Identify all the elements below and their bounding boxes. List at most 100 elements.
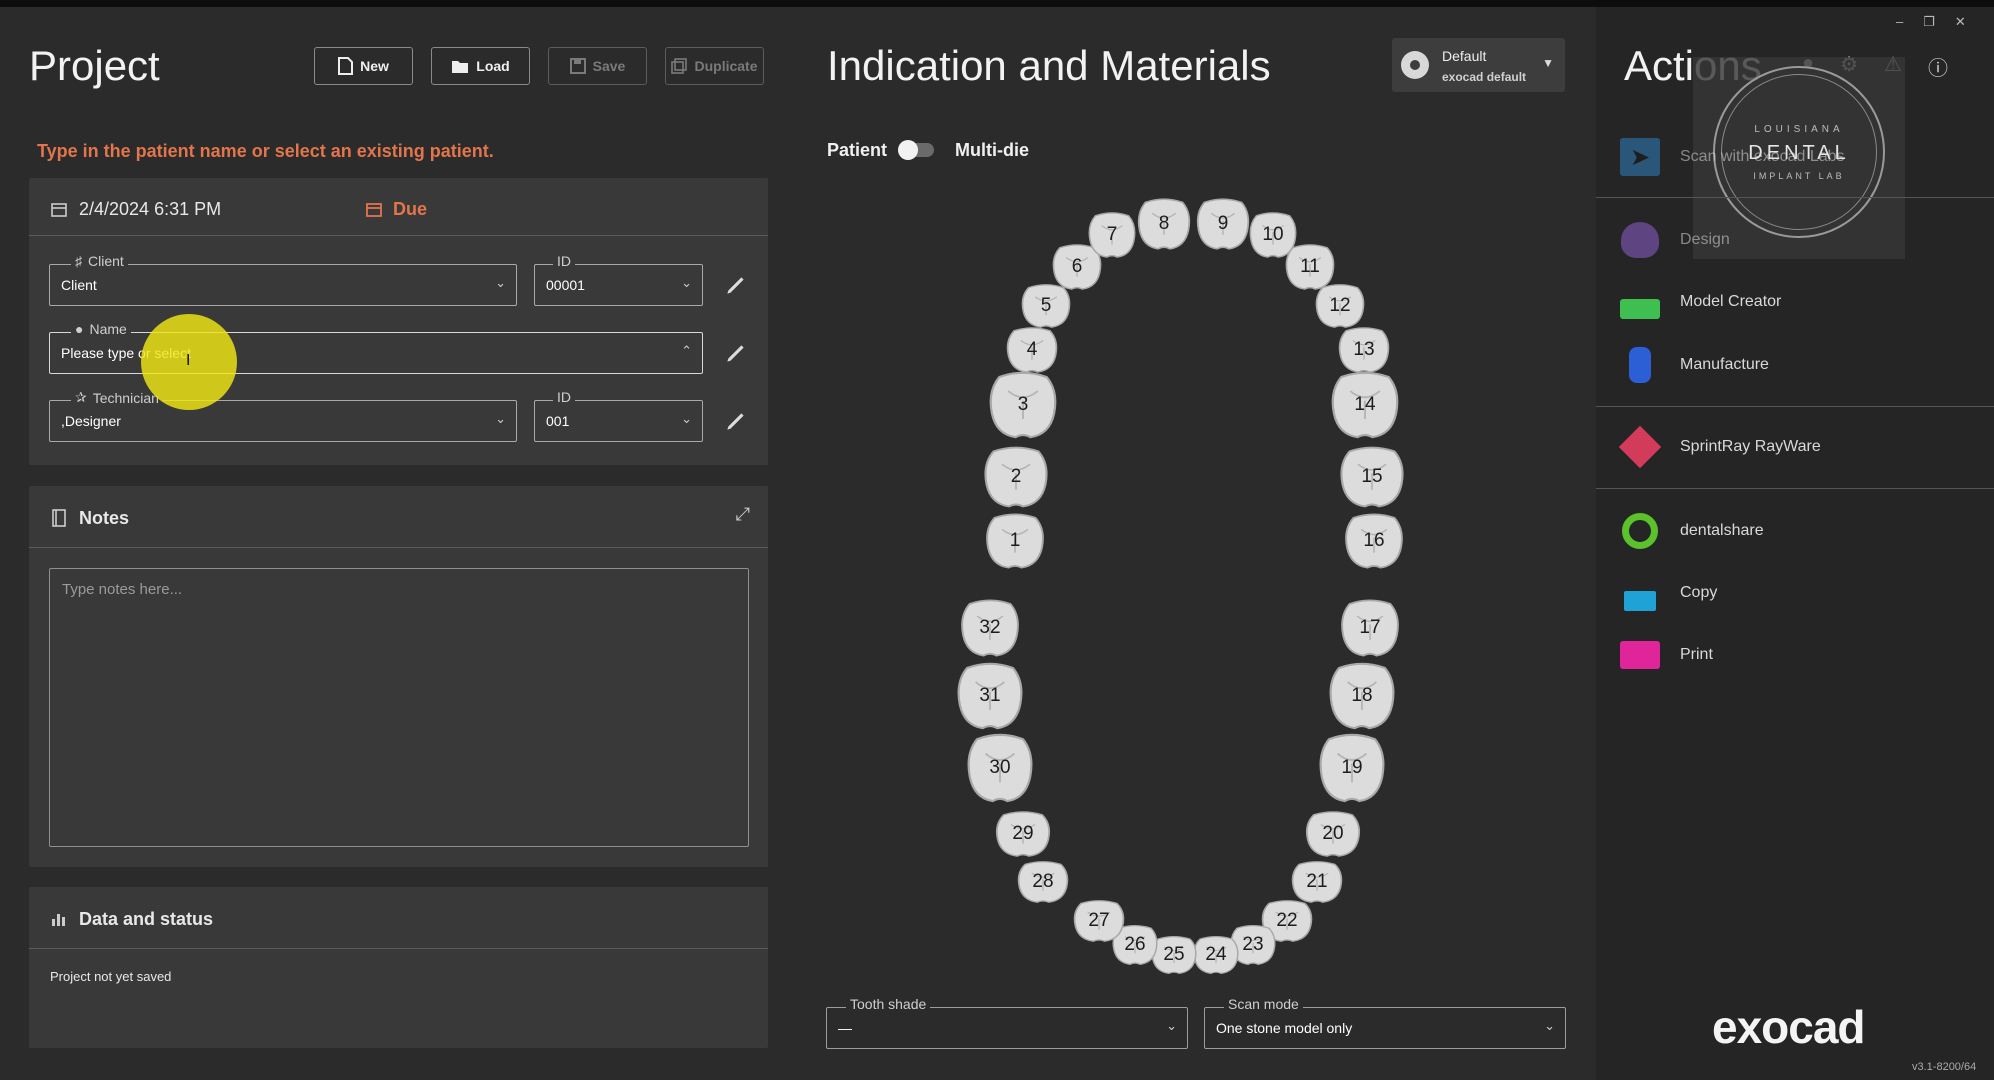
action-copy-label: Copy [1680, 584, 1718, 601]
tooth-number: 12 [1329, 295, 1351, 316]
print-icon [1620, 635, 1660, 675]
duplicate-button-label: Duplicate [694, 58, 758, 74]
date-row: 2/4/2024 6:31 PM Due [29, 178, 768, 236]
tooth-number: 6 [1071, 256, 1083, 277]
close-icon[interactable]: ✕ [1955, 14, 1966, 34]
action-print-label: Print [1680, 646, 1713, 663]
tooth-shade-select[interactable]: — ⌄ [826, 1007, 1188, 1049]
tooth-number: 17 [1359, 617, 1381, 638]
client-label-text: Client [88, 253, 124, 269]
profile-selector[interactable]: Default exocad default ▼ [1392, 38, 1565, 92]
scan-mode-label: Scan mode [1224, 996, 1303, 1012]
help-icon[interactable]: ⓘ [1928, 52, 1948, 81]
profile-sub: exocad default [1442, 70, 1527, 84]
tooth-13[interactable]: 13 [1336, 326, 1392, 374]
action-sprintray[interactable]: SprintRay RayWare [1618, 422, 1821, 472]
load-button[interactable]: Load [431, 47, 530, 85]
project-date: 2/4/2024 6:31 PM [79, 199, 222, 219]
technician-id-label: ID [553, 389, 575, 405]
tooth-31[interactable]: 31 [954, 661, 1026, 731]
patient-multidie-toggle[interactable] [898, 140, 934, 160]
save-button[interactable]: Save [548, 47, 647, 85]
action-manufacture[interactable]: Manufacture [1620, 340, 1769, 390]
notes-placeholder: Type notes here... [62, 581, 183, 598]
notes-card: Notes ⤢ Type notes here... [29, 486, 768, 867]
name-label: ● Name [71, 321, 131, 337]
client-id-label: ID [553, 253, 575, 269]
tooth-4[interactable]: 4 [1004, 326, 1060, 374]
tooth-19[interactable]: 19 [1316, 732, 1388, 804]
tooth-20[interactable]: 20 [1303, 810, 1363, 858]
multidie-toggle-label: Multi-die [955, 140, 1029, 160]
bar-chart-icon [52, 914, 65, 926]
project-title: Project [29, 42, 160, 89]
tooth-shade-label: Tooth shade [846, 996, 931, 1012]
edit-client-pencil-icon[interactable] [723, 272, 749, 298]
minimize-icon[interactable]: – [1896, 14, 1903, 34]
restore-icon[interactable]: ❐ [1923, 14, 1935, 34]
tooth-number: 3 [1017, 394, 1029, 415]
tooth-14[interactable]: 14 [1328, 370, 1402, 440]
tooth-29[interactable]: 29 [993, 810, 1053, 858]
tooth-8[interactable]: 8 [1135, 197, 1193, 251]
tooth-number: 28 [1032, 871, 1054, 892]
new-button[interactable]: New [314, 47, 413, 85]
scan-mode-select[interactable]: One stone model only ⌄ [1204, 1007, 1566, 1049]
top-bar [0, 0, 1994, 7]
patient-hint: Type in the patient name or select an ex… [37, 141, 494, 161]
action-copy[interactable]: Copy [1620, 568, 1717, 618]
tooth-27[interactable]: 27 [1071, 899, 1127, 943]
client-id-select[interactable]: 00001 ⌄ [534, 264, 703, 306]
scan-icon: ➤ [1620, 137, 1660, 177]
action-scan[interactable]: ➤ Scan with exocad Labs [1620, 132, 1845, 182]
gear-icon [1401, 51, 1429, 79]
action-dentalshare[interactable]: dentalshare [1620, 506, 1764, 556]
tooth-3[interactable]: 3 [986, 370, 1060, 440]
action-print[interactable]: Print [1620, 630, 1713, 680]
data-status-card: Data and status Project not yet saved [29, 887, 768, 1048]
duplicate-button[interactable]: Duplicate [665, 47, 764, 85]
tooth-number: 16 [1363, 530, 1385, 551]
edit-name-pencil-icon[interactable] [723, 340, 749, 366]
tooth-9[interactable]: 9 [1194, 197, 1252, 251]
load-button-label: Load [476, 58, 510, 74]
technician-id-select[interactable]: 001 ⌄ [534, 400, 703, 442]
tooth-12[interactable]: 12 [1313, 283, 1367, 329]
save-button-label: Save [592, 58, 626, 74]
data-status-text: Project not yet saved [50, 969, 172, 984]
tooth-2[interactable]: 2 [981, 445, 1051, 509]
tooth-32[interactable]: 32 [958, 598, 1022, 658]
tooth-1[interactable]: 1 [983, 512, 1047, 570]
new-file-icon [338, 57, 354, 75]
tooth-21[interactable]: 21 [1289, 860, 1345, 904]
client-select[interactable]: Client ⌄ [49, 264, 517, 306]
client-label: ♯ Client [71, 253, 128, 269]
action-manufacture-label: Manufacture [1680, 356, 1769, 373]
folder-icon [452, 60, 469, 73]
due-date[interactable]: Due [393, 199, 427, 220]
tooth-28[interactable]: 28 [1015, 860, 1071, 904]
action-sprintray-label: SprintRay RayWare [1680, 438, 1821, 455]
tooth-18[interactable]: 18 [1326, 661, 1398, 731]
chevron-down-icon: ⌄ [1544, 1018, 1555, 1033]
technician-select[interactable]: ,Designer ⌄ [49, 400, 517, 442]
action-model-creator[interactable]: Model Creator [1620, 277, 1781, 327]
tooth-17[interactable]: 17 [1338, 598, 1402, 658]
chevron-down-icon: ⌄ [495, 411, 506, 426]
new-button-label: New [360, 58, 389, 74]
tooth-7[interactable]: 7 [1086, 211, 1138, 259]
patient-toggle-label: Patient [827, 140, 888, 160]
notes-textarea[interactable]: Type notes here... [49, 568, 749, 847]
chevron-down-icon: ⌄ [681, 275, 692, 290]
duplicate-icon [671, 58, 688, 74]
edit-technician-pencil-icon[interactable] [723, 408, 749, 434]
action-design[interactable]: Design [1620, 215, 1730, 265]
tooth-30[interactable]: 30 [964, 732, 1036, 804]
tooth-15[interactable]: 15 [1337, 445, 1407, 509]
technician-label-text: Technician [92, 389, 159, 406]
tooth-16[interactable]: 16 [1342, 512, 1406, 570]
save-icon [569, 58, 586, 74]
expand-icon[interactable]: ⤢ [736, 504, 750, 525]
client-icon: ♯ [75, 253, 82, 269]
profile-name: Default [1442, 48, 1487, 64]
